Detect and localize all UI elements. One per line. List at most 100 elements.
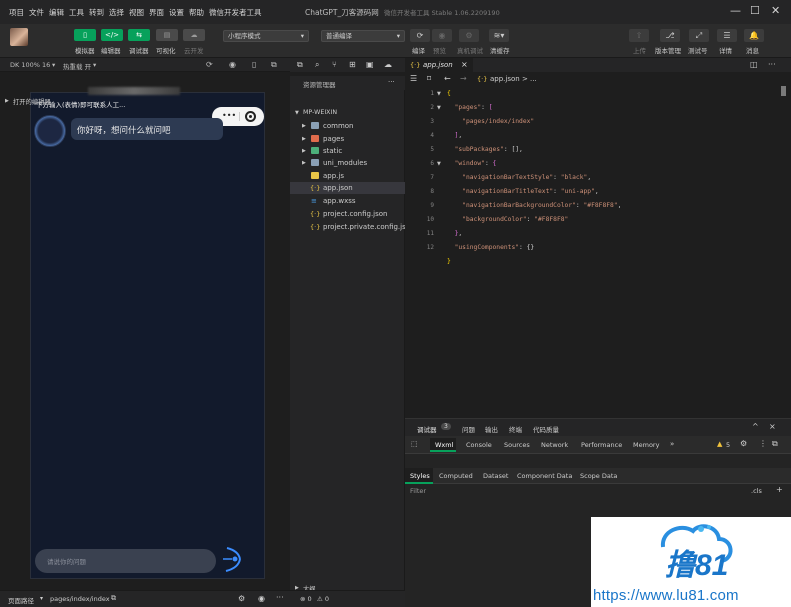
tab-sources[interactable]: Sources	[504, 441, 530, 449]
cls-toggle[interactable]: .cls	[751, 487, 762, 495]
bookmark-icon[interactable]: ⌑	[427, 74, 431, 83]
detail-icon[interactable]: ☰	[717, 29, 737, 42]
menu-wechat-devtools[interactable]: 微信开发者工具	[209, 7, 262, 18]
editor-toggle-button[interactable]: </>	[101, 29, 123, 41]
tab-scope-data[interactable]: Scope Data	[580, 472, 617, 480]
code-editor[interactable]	[405, 86, 791, 418]
preview-icon[interactable]: ◉	[432, 29, 452, 42]
tab-network[interactable]: Network	[541, 441, 568, 449]
tab-performance[interactable]: Performance	[581, 441, 622, 449]
upload-icon[interactable]: ⇧	[629, 29, 649, 42]
version-icon[interactable]: ⎇	[660, 29, 680, 42]
tab-computed[interactable]: Computed	[439, 472, 473, 480]
open-editors-section[interactable]: ▶ 打开的编辑器	[0, 95, 115, 107]
page-path-label[interactable]: 页面路径	[8, 595, 34, 605]
split-editor-icon[interactable]: ◫	[750, 60, 758, 69]
tree-file-project-config[interactable]: {·} project.config.json	[290, 208, 405, 220]
error-count[interactable]: ⊗ 0	[300, 595, 312, 603]
question-input[interactable]: 请说你的问题	[35, 549, 216, 573]
menu-help[interactable]: 帮助	[189, 7, 204, 18]
tab-code-quality[interactable]: 代码质量	[533, 424, 559, 434]
menu-edit[interactable]: 编辑	[49, 7, 64, 18]
files-icon[interactable]: ⧉	[297, 60, 303, 70]
hotreload-toggle[interactable]: 热重载 开	[63, 61, 91, 71]
cloud-icon[interactable]: ☁	[384, 60, 392, 69]
visual-toggle-button[interactable]: ▤	[156, 29, 178, 41]
tree-folder-uni-modules[interactable]: ▶ uni_modules	[290, 157, 405, 169]
inspect-icon[interactable]: ⬚	[411, 440, 418, 448]
tab-memory[interactable]: Memory	[633, 441, 659, 449]
tab-problems[interactable]: 问题	[462, 424, 475, 434]
more-icon[interactable]: ···	[276, 593, 284, 602]
close-miniprogram-icon[interactable]	[245, 111, 256, 122]
dock-icon[interactable]: ⧉	[772, 439, 778, 449]
menu-select[interactable]: 选择	[109, 7, 124, 18]
tab-console[interactable]: Console	[466, 441, 492, 449]
menu-goto[interactable]: 转到	[89, 7, 104, 18]
realdebug-icon[interactable]: ⚙	[459, 29, 479, 42]
send-icon[interactable]	[221, 544, 247, 574]
more-icon[interactable]: ···	[768, 60, 776, 69]
project-section[interactable]: ▼ MP-WEIXIN	[290, 107, 405, 119]
layout-icon[interactable]: ▣	[366, 60, 374, 69]
simulator-toggle-button[interactable]: ▯	[74, 29, 96, 41]
more-dots-icon[interactable]: •••	[222, 111, 236, 120]
filter-input[interactable]: Filter	[410, 487, 426, 495]
tab-wxml[interactable]: Wxml	[435, 441, 453, 449]
menu-settings[interactable]: 设置	[169, 7, 184, 18]
avatar[interactable]	[10, 28, 28, 46]
tree-folder-common[interactable]: ▶ common	[290, 120, 405, 132]
message-icon[interactable]: 🔔	[744, 29, 764, 42]
extensions-icon[interactable]: ⊞	[349, 60, 356, 69]
clearcache-icon[interactable]: ≋▾	[489, 29, 509, 42]
tree-file-app-js[interactable]: app.js	[290, 170, 405, 182]
tab-output[interactable]: 输出	[485, 424, 498, 434]
mode-select[interactable]: 小程序模式 ▾	[223, 30, 309, 42]
fold-chevron-icon[interactable]: ▼	[437, 91, 441, 97]
menu-file[interactable]: 文件	[29, 7, 44, 18]
more-vertical-icon[interactable]: ⋮	[759, 439, 767, 448]
maximize-icon[interactable]: ☐	[750, 4, 760, 17]
test-account-icon[interactable]: ⤢	[689, 29, 709, 42]
device-select[interactable]: DK 100% 16	[10, 61, 50, 69]
tab-styles[interactable]: Styles	[410, 472, 430, 480]
more-icon[interactable]: ···	[388, 78, 395, 86]
tree-folder-pages[interactable]: ▶ pages	[290, 133, 405, 145]
close-tab-icon[interactable]: ×	[461, 60, 468, 69]
gear-icon[interactable]: ⚙	[740, 439, 747, 448]
fold-chevron-icon[interactable]: ▼	[437, 161, 441, 167]
add-rule-icon[interactable]: +	[776, 485, 783, 494]
tree-file-app-wxss[interactable]: ≡ app.wxss	[290, 195, 405, 207]
eye-icon[interactable]: ◉	[258, 594, 265, 603]
editor-scrollbar[interactable]	[781, 86, 786, 96]
fold-chevron-icon[interactable]: ▼	[437, 105, 441, 111]
popout-icon[interactable]: ⧉	[271, 60, 277, 70]
tab-component-data[interactable]: Component Data	[517, 472, 572, 480]
cloud-dev-button[interactable]: ☁	[183, 29, 205, 41]
chevron-up-icon[interactable]: ^	[752, 422, 759, 431]
phone-icon[interactable]: ▯	[252, 60, 256, 69]
compile-icon[interactable]: ⟳	[410, 29, 430, 42]
menu-project[interactable]: 项目	[9, 7, 24, 18]
tab-terminal[interactable]: 终端	[509, 424, 522, 434]
minimize-icon[interactable]: —	[730, 4, 741, 17]
list-icon[interactable]: ☰	[410, 74, 417, 83]
copy-icon[interactable]: ⧉	[111, 594, 116, 603]
close-panel-icon[interactable]: ×	[769, 422, 776, 431]
warning-count[interactable]: 5	[726, 441, 730, 449]
forward-arrow-icon[interactable]: →	[460, 74, 467, 83]
compile-select[interactable]: 普通编译 ▾	[321, 30, 405, 42]
tab-dataset[interactable]: Dataset	[483, 472, 508, 480]
source-control-icon[interactable]: ⑂	[332, 60, 337, 69]
debugger-toggle-button[interactable]: ⇆	[128, 29, 150, 41]
breadcrumb[interactable]: app.json > ...	[490, 75, 537, 83]
tree-folder-static[interactable]: ▶ static	[290, 145, 405, 157]
record-icon[interactable]: ◉	[229, 60, 236, 69]
search-icon[interactable]: ⌕	[315, 60, 319, 70]
editor-tab-app-json[interactable]: {·} app.json ×	[405, 58, 473, 72]
refresh-icon[interactable]: ⟳	[206, 60, 213, 69]
menu-interface[interactable]: 界面	[149, 7, 164, 18]
gear-icon[interactable]: ⚙	[238, 594, 245, 603]
more-tabs-icon[interactable]: »	[670, 440, 674, 448]
warning-count[interactable]: ⚠ 0	[317, 595, 329, 603]
